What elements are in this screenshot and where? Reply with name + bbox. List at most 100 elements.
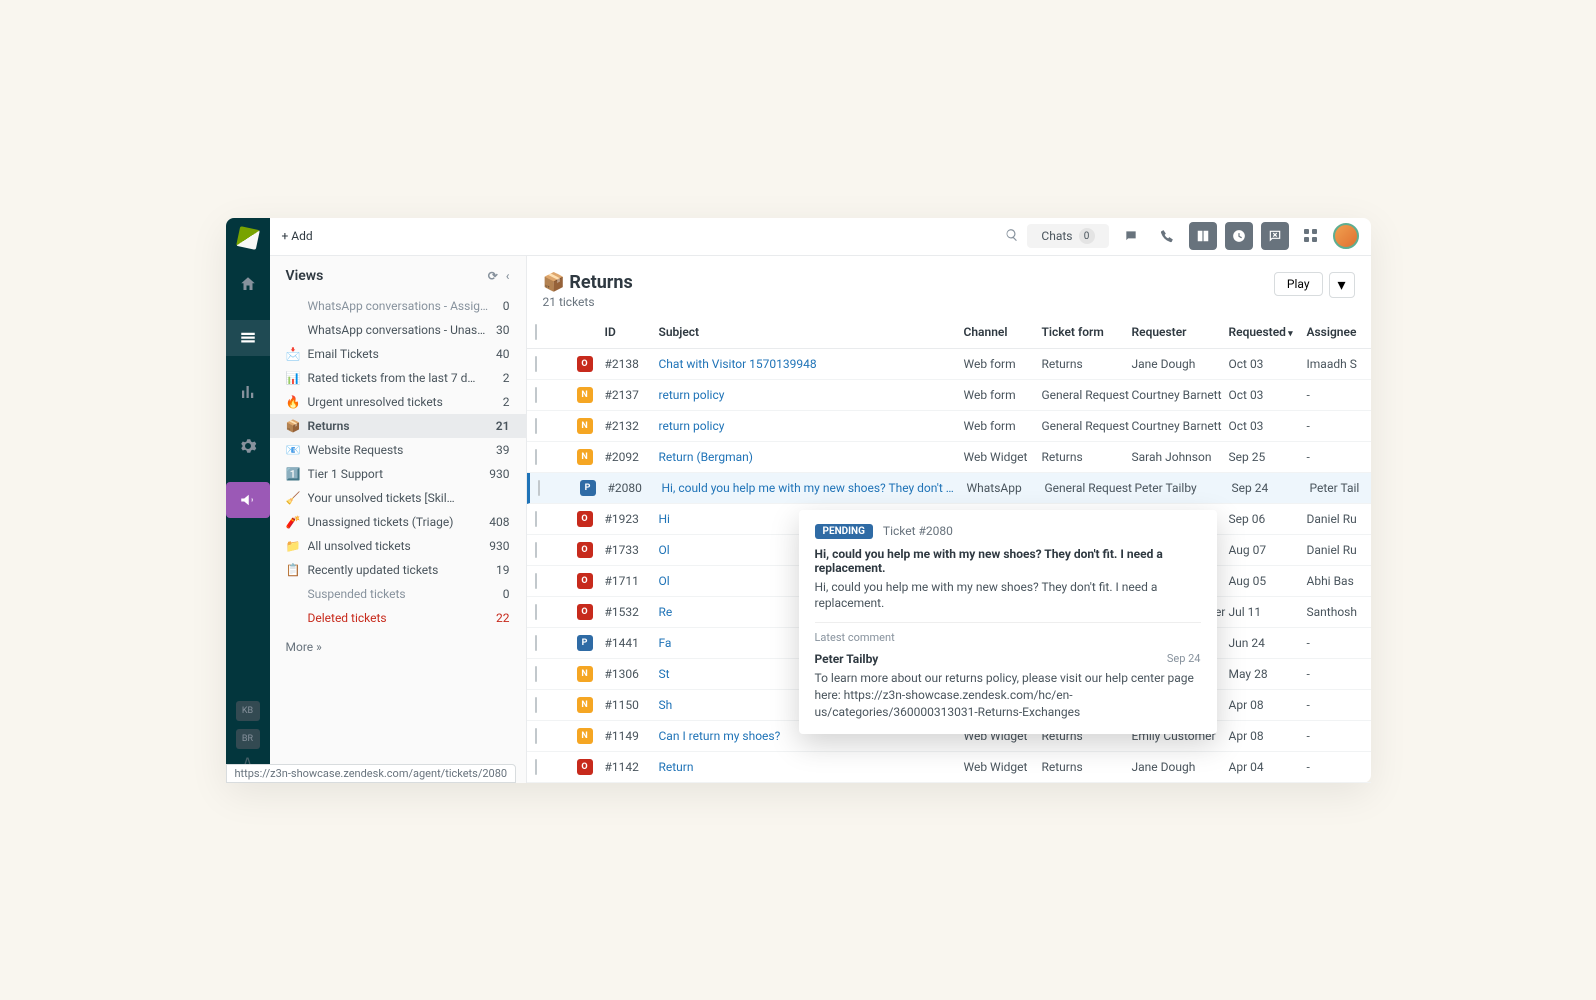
home-icon[interactable] <box>226 266 270 302</box>
view-count: 2 <box>503 371 510 385</box>
channel-cell: Web Widget <box>964 450 1042 464</box>
views-icon[interactable] <box>226 320 270 356</box>
view-label: WhatsApp conversations - Assig… <box>308 299 497 313</box>
table-row[interactable]: P#2080Hi, could you help me with my new … <box>527 473 1371 504</box>
clock-icon[interactable] <box>1225 222 1253 250</box>
row-checkbox[interactable] <box>535 604 537 620</box>
row-checkbox[interactable] <box>535 635 537 651</box>
collapse-icon[interactable]: ‹ <box>506 269 510 283</box>
add-button[interactable]: + Add <box>282 229 313 243</box>
row-checkbox[interactable] <box>535 511 537 527</box>
row-checkbox[interactable] <box>538 480 540 496</box>
requested-cell: Oct 03 <box>1229 419 1307 433</box>
view-item[interactable]: WhatsApp conversations - Unass…30 <box>270 318 526 342</box>
row-checkbox[interactable] <box>535 418 537 434</box>
column-header[interactable]: Channel <box>964 325 1042 339</box>
ticket-id: #1150 <box>605 698 659 712</box>
view-item[interactable]: 📧Website Requests39 <box>270 438 526 462</box>
column-header[interactable]: Assignee <box>1307 325 1371 339</box>
table-row[interactable]: N#2132return policyWeb formGeneral Reque… <box>527 411 1371 442</box>
view-item[interactable]: 📊Rated tickets from the last 7 d…2 <box>270 366 526 390</box>
assignee-cell: Peter Tail <box>1310 481 1371 495</box>
conversations-icon[interactable] <box>1117 222 1145 250</box>
channel-cell: Web Widget <box>964 760 1042 774</box>
row-checkbox[interactable] <box>535 387 537 403</box>
view-item[interactable]: 📁All unsolved tickets930 <box>270 534 526 558</box>
view-count: 39 <box>496 443 510 457</box>
apps-grid-icon[interactable] <box>1297 222 1325 250</box>
view-label: Unassigned tickets (Triage) <box>308 515 484 529</box>
requester-cell: Courtney Barnett <box>1132 419 1229 433</box>
view-item[interactable]: 🔥Urgent unresolved tickets2 <box>270 390 526 414</box>
view-item[interactable]: WhatsApp conversations - Assig…0 <box>270 294 526 318</box>
play-dropdown-icon[interactable]: ▾ <box>1329 272 1355 298</box>
assignee-cell: Daniel Ru <box>1307 543 1371 557</box>
row-checkbox[interactable] <box>535 697 537 713</box>
layout-icon[interactable] <box>1189 222 1217 250</box>
requested-cell: Apr 08 <box>1229 698 1307 712</box>
row-checkbox[interactable] <box>535 759 537 775</box>
view-label: Tier 1 Support <box>308 467 484 481</box>
ticket-subject[interactable]: return policy <box>659 388 964 402</box>
search-icon[interactable] <box>1005 227 1019 246</box>
view-item[interactable]: 📩Email Tickets40 <box>270 342 526 366</box>
view-item[interactable]: 📋Recently updated tickets19 <box>270 558 526 582</box>
reporting-icon[interactable] <box>226 374 270 410</box>
refresh-icon[interactable]: ⟳ <box>488 269 498 283</box>
column-header[interactable]: Requester <box>1132 325 1229 339</box>
select-all-checkbox[interactable] <box>535 324 537 340</box>
left-icon-bar: KB BR ⧸⧹ <box>226 218 270 783</box>
table-row[interactable]: O#1142ReturnWeb WidgetReturnsJane DoughA… <box>527 752 1371 783</box>
chat-close-icon[interactable] <box>1261 222 1289 250</box>
table-header: IDSubjectChannelTicket formRequesterRequ… <box>527 317 1371 349</box>
ticket-subject[interactable]: return policy <box>659 419 964 433</box>
view-subtitle: 21 tickets <box>543 295 633 309</box>
user-avatar[interactable] <box>1333 223 1359 249</box>
status-pill: PENDING <box>815 524 873 539</box>
requested-cell: Aug 05 <box>1229 574 1307 588</box>
content-header: 📦 Returns 21 tickets Play ▾ <box>527 256 1371 317</box>
ticket-id: #1532 <box>605 605 659 619</box>
ticket-subject[interactable]: Return (Bergman) <box>659 450 964 464</box>
view-item[interactable]: Suspended tickets0 <box>270 582 526 606</box>
phone-icon[interactable] <box>1153 222 1181 250</box>
view-item[interactable]: 🧨Unassigned tickets (Triage)408 <box>270 510 526 534</box>
column-header[interactable] <box>535 325 565 339</box>
chats-pill[interactable]: Chats0 <box>1027 224 1108 248</box>
row-checkbox[interactable] <box>535 449 537 465</box>
column-header[interactable]: Requested <box>1229 325 1307 339</box>
popover-body: Hi, could you help me with my new shoes?… <box>815 579 1201 613</box>
row-checkbox[interactable] <box>535 666 537 682</box>
row-checkbox[interactable] <box>535 573 537 589</box>
view-item[interactable]: 🧹Your unsolved tickets [Skil… <box>270 486 526 510</box>
row-checkbox[interactable] <box>535 356 537 372</box>
view-item[interactable]: Deleted tickets22 <box>270 606 526 630</box>
ticket-subject[interactable]: Chat with Visitor 1570139948 <box>659 357 964 371</box>
admin-gear-icon[interactable] <box>226 428 270 464</box>
table-row[interactable]: O#2138Chat with Visitor 1570139948Web fo… <box>527 349 1371 380</box>
status-badge: P <box>577 635 593 651</box>
ticket-subject[interactable]: Hi, could you help me with my new shoes?… <box>662 481 967 495</box>
row-checkbox[interactable] <box>535 542 537 558</box>
column-header[interactable]: Subject <box>659 325 964 339</box>
ticket-subject[interactable]: Return <box>659 760 964 774</box>
megaphone-icon[interactable] <box>226 482 270 518</box>
ticket-id: #1149 <box>605 729 659 743</box>
kb-badge[interactable]: KB <box>236 701 260 721</box>
br-badge[interactable]: BR <box>236 729 260 749</box>
table-row[interactable]: N#2092Return (Bergman)Web WidgetReturnsS… <box>527 442 1371 473</box>
topbar: + Add Chats0 <box>270 218 1371 256</box>
table-row[interactable]: N#2137return policyWeb formGeneral Reque… <box>527 380 1371 411</box>
row-checkbox[interactable] <box>535 728 537 744</box>
column-header[interactable]: ID <box>605 325 659 339</box>
requester-cell: Jane Dough <box>1132 760 1229 774</box>
view-label: Recently updated tickets <box>308 563 491 577</box>
view-emoji-icon: 📁 <box>286 539 302 553</box>
ticket-form-cell: General Request <box>1045 481 1135 495</box>
ticket-form-cell: Returns <box>1042 357 1132 371</box>
more-views-link[interactable]: More » <box>270 630 526 664</box>
column-header[interactable]: Ticket form <box>1042 325 1132 339</box>
view-item[interactable]: 1️⃣Tier 1 Support930 <box>270 462 526 486</box>
view-item[interactable]: 📦Returns21 <box>270 414 526 438</box>
play-button[interactable]: Play <box>1274 272 1323 296</box>
